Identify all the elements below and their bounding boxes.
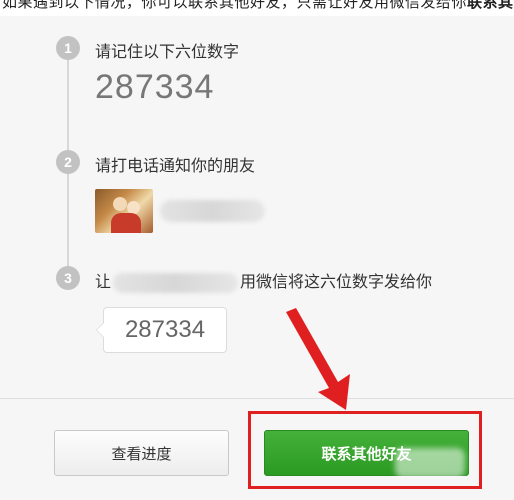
- step-3-title: 让 用微信将这六位数字发给你: [95, 268, 432, 293]
- code-bubble: 287334: [96, 307, 227, 353]
- view-progress-button[interactable]: 查看进度: [54, 430, 229, 476]
- friend-name-redacted-2: [113, 272, 239, 293]
- code-bubble-text: 287334: [124, 316, 206, 343]
- step-3-title-prefix: 让: [95, 272, 112, 291]
- friend-avatar: [95, 189, 153, 233]
- step-3-number: 3: [56, 266, 80, 290]
- header-fragment-text: 如果遇到以下情况，你可以联系其他好友，只需让好友用微信发给你联系其: [2, 0, 514, 11]
- step-1-number: 1: [56, 36, 80, 60]
- step-2-number: 2: [56, 150, 80, 174]
- header-fragment: 如果遇到以下情况，你可以联系其他好友，只需让好友用微信发给你联系其: [0, 0, 514, 16]
- highlight-box: [248, 411, 482, 489]
- step-2-title: 请打电话通知你的朋友: [95, 156, 256, 175]
- step-1-title: 请记住以下六位数字: [95, 42, 240, 61]
- footer-divider: [0, 398, 514, 399]
- friend-name-redacted: [160, 200, 265, 222]
- step-3-title-suffix: 用微信将这六位数字发给你: [240, 272, 433, 291]
- verification-code-display: 287334: [95, 68, 215, 106]
